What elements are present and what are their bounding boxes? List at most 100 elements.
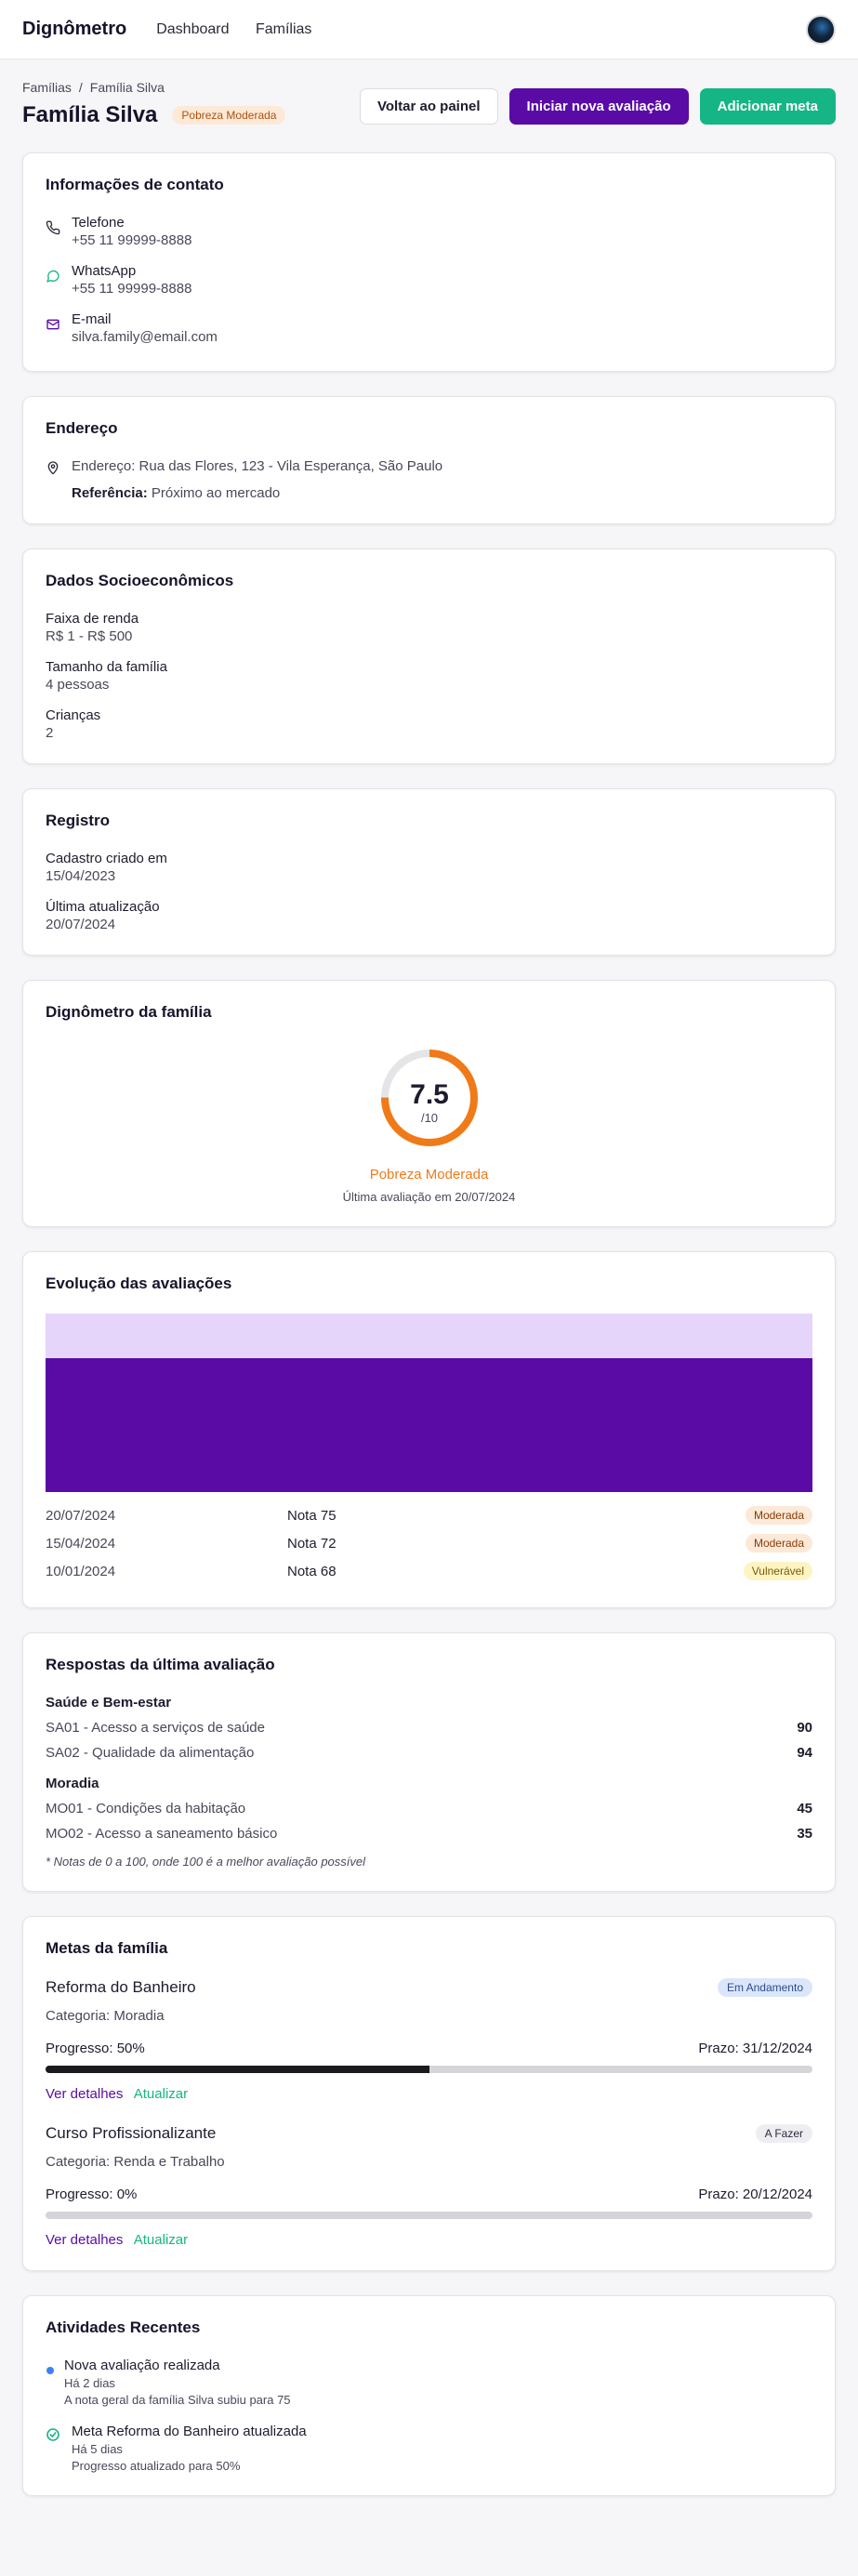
reference-label: Referência:: [72, 485, 148, 501]
history-badge: Moderada: [745, 1534, 812, 1552]
goal-meta: Progresso: 50% Prazo: 31/12/2024: [46, 2041, 812, 2056]
goal-deadline: Prazo: 20/12/2024: [698, 2186, 812, 2202]
goal-title: Reforma do Banheiro: [46, 1978, 196, 1996]
answer-score: 90: [797, 1720, 812, 1736]
address-card: Endereço Endereço: Rua das Flores, 123 -…: [22, 396, 836, 524]
goal-update-link[interactable]: Atualizar: [134, 2086, 188, 2102]
back-to-dashboard-button[interactable]: Voltar ao painel: [359, 87, 498, 125]
activity-item: Nova avaliação realizada Há 2 dias A not…: [46, 2358, 812, 2407]
brand-logo[interactable]: Dignômetro: [22, 19, 126, 40]
activity-title: Nova avaliação realizada: [64, 2358, 220, 2373]
answer-row: MO02 - Acesso a saneamento básico 35: [46, 1826, 812, 1842]
assessment-history: 20/07/2024 Nota 75 Moderada 15/04/2024 N…: [46, 1501, 812, 1585]
socioeconomic-title: Dados Socioeconômicos: [46, 572, 234, 589]
contact-title: Informações de contato: [46, 176, 224, 193]
goal-deadline: Prazo: 31/12/2024: [698, 2041, 812, 2056]
goal-update-link[interactable]: Atualizar: [134, 2232, 188, 2248]
contact-whatsapp: WhatsApp +55 11 99999-8888: [46, 263, 812, 297]
answers-card: Respostas da última avaliação Saúde e Be…: [22, 1632, 836, 1892]
goal-details-link[interactable]: Ver detalhes: [46, 2086, 123, 2102]
history-row: 15/04/2024 Nota 72 Moderada: [46, 1529, 812, 1557]
history-score: Nota 68: [287, 1563, 337, 1579]
activity-time: Há 5 dias: [72, 2442, 123, 2456]
answer-score: 45: [797, 1801, 812, 1816]
goal-progress-fill: [46, 2066, 429, 2073]
goal-item: Reforma do Banheiro Em Andamento Categor…: [46, 1978, 812, 2102]
answer-score: 94: [797, 1745, 812, 1761]
goal-category: Categoria: Moradia: [46, 2008, 165, 2024]
dignometer-title: Dignômetro da família: [46, 1003, 212, 1021]
goal-progress-bar: [46, 2212, 812, 2219]
page-title: Família Silva: [22, 102, 158, 127]
history-date: 15/04/2024: [46, 1535, 116, 1552]
answer-category: Moradia: [46, 1776, 99, 1791]
dignometer-gauge: 7.5 /10: [380, 1050, 478, 1146]
goal-meta: Progresso: 0% Prazo: 20/12/2024: [46, 2186, 812, 2202]
goal-progress-label: Progresso: 0%: [46, 2186, 138, 2202]
start-assessment-button[interactable]: Iniciar nova avaliação: [508, 87, 689, 125]
registry-card: Registro Cadastro criado em 15/04/2023 Ú…: [22, 788, 836, 956]
contact-label: Telefone: [72, 215, 125, 231]
gauge-status: Pobreza Moderada: [369, 1167, 489, 1182]
email-value[interactable]: silva.family@email.com: [72, 329, 218, 345]
evolution-chart: [46, 1314, 812, 1492]
history-score: Nota 72: [287, 1535, 337, 1552]
address-line: Endereço: Rua das Flores, 123 - Vila Esp…: [72, 458, 443, 474]
add-goal-button[interactable]: Adicionar meta: [699, 87, 836, 125]
dignometer-card: Dignômetro da família 7.5 /10 Pobreza Mo…: [22, 980, 836, 1227]
contact-label: WhatsApp: [72, 263, 137, 279]
goal-links: Ver detalhes Atualizar: [46, 2232, 812, 2248]
answer-label: MO02 - Acesso a saneamento básico: [46, 1826, 278, 1842]
mail-icon: [46, 311, 72, 337]
goal-category: Categoria: Renda e Trabalho: [46, 2154, 225, 2170]
registry-title: Registro: [46, 812, 110, 829]
history-date: 10/01/2024: [46, 1563, 116, 1579]
field-value: 15/04/2023: [46, 868, 116, 884]
page-header: Família Silva Pobreza Moderada Voltar ao…: [22, 87, 836, 128]
goal-progress-bar: [46, 2066, 812, 2073]
nav-dashboard[interactable]: Dashboard: [156, 21, 229, 37]
evolution-card: Evolução das avaliações 20/07/2024 Nota …: [22, 1251, 836, 1608]
whatsapp-value[interactable]: +55 11 99999-8888: [72, 281, 191, 297]
goal-item: Curso Profissionalizante A Fazer Categor…: [46, 2124, 812, 2248]
evolution-title: Evolução das avaliações: [46, 1275, 232, 1292]
nav-familias[interactable]: Famílias: [256, 21, 311, 37]
history-row: 20/07/2024 Nota 75 Moderada: [46, 1501, 812, 1529]
activity-title: Meta Reforma do Banheiro atualizada: [72, 2424, 307, 2439]
updated-field: Última atualização 20/07/2024: [46, 899, 812, 932]
answer-label: MO01 - Condições da habitação: [46, 1801, 246, 1816]
answer-row: SA02 - Qualidade da alimentação 94: [46, 1745, 812, 1761]
created-field: Cadastro criado em 15/04/2023: [46, 851, 812, 884]
phone-value[interactable]: +55 11 99999-8888: [72, 232, 191, 248]
reference-value: Próximo ao mercado: [151, 485, 281, 501]
field-value: R$ 1 - R$ 500: [46, 628, 133, 644]
contact-label: E-mail: [72, 311, 112, 327]
answers-title: Respostas da última avaliação: [46, 1656, 275, 1673]
socioeconomic-card: Dados Socioeconômicos Faixa de renda R$ …: [22, 548, 836, 764]
activity-description: Progresso atualizado para 50%: [72, 2459, 241, 2473]
gauge-wrap: 7.5 /10 Pobreza Moderada Última avaliaçã…: [46, 1042, 812, 1204]
whatsapp-icon: [46, 263, 72, 288]
poverty-status-badge: Pobreza Moderada: [172, 106, 286, 125]
children-field: Crianças 2: [46, 707, 812, 741]
user-avatar[interactable]: [806, 14, 836, 45]
top-navbar: Dignômetro Dashboard Famílias: [0, 0, 858, 59]
goals-title: Metas da família: [46, 1939, 168, 1957]
breadcrumb-familias[interactable]: Famílias: [22, 80, 72, 95]
field-label: Cadastro criado em: [46, 851, 167, 866]
goal-details-link[interactable]: Ver detalhes: [46, 2232, 123, 2248]
history-badge: Moderada: [745, 1506, 812, 1525]
activities-card: Atividades Recentes Nova avaliação reali…: [22, 2295, 836, 2496]
activity-time: Há 2 dias: [64, 2376, 115, 2390]
address-title: Endereço: [46, 419, 118, 437]
field-value: 4 pessoas: [46, 677, 110, 693]
goal-status-badge: A Fazer: [755, 2124, 812, 2143]
field-value: 20/07/2024: [46, 917, 116, 932]
goal-progress-label: Progresso: 50%: [46, 2041, 145, 2056]
goal-header: Curso Profissionalizante A Fazer: [46, 2124, 812, 2143]
answer-row: SA01 - Acesso a serviços de saúde 90: [46, 1720, 812, 1736]
answers-note: * Notas de 0 a 100, onde 100 é a melhor …: [46, 1855, 366, 1869]
activity-item: Meta Reforma do Banheiro atualizada Há 5…: [46, 2424, 812, 2473]
family-size-field: Tamanho da família 4 pessoas: [46, 659, 812, 693]
field-label: Faixa de renda: [46, 611, 139, 627]
